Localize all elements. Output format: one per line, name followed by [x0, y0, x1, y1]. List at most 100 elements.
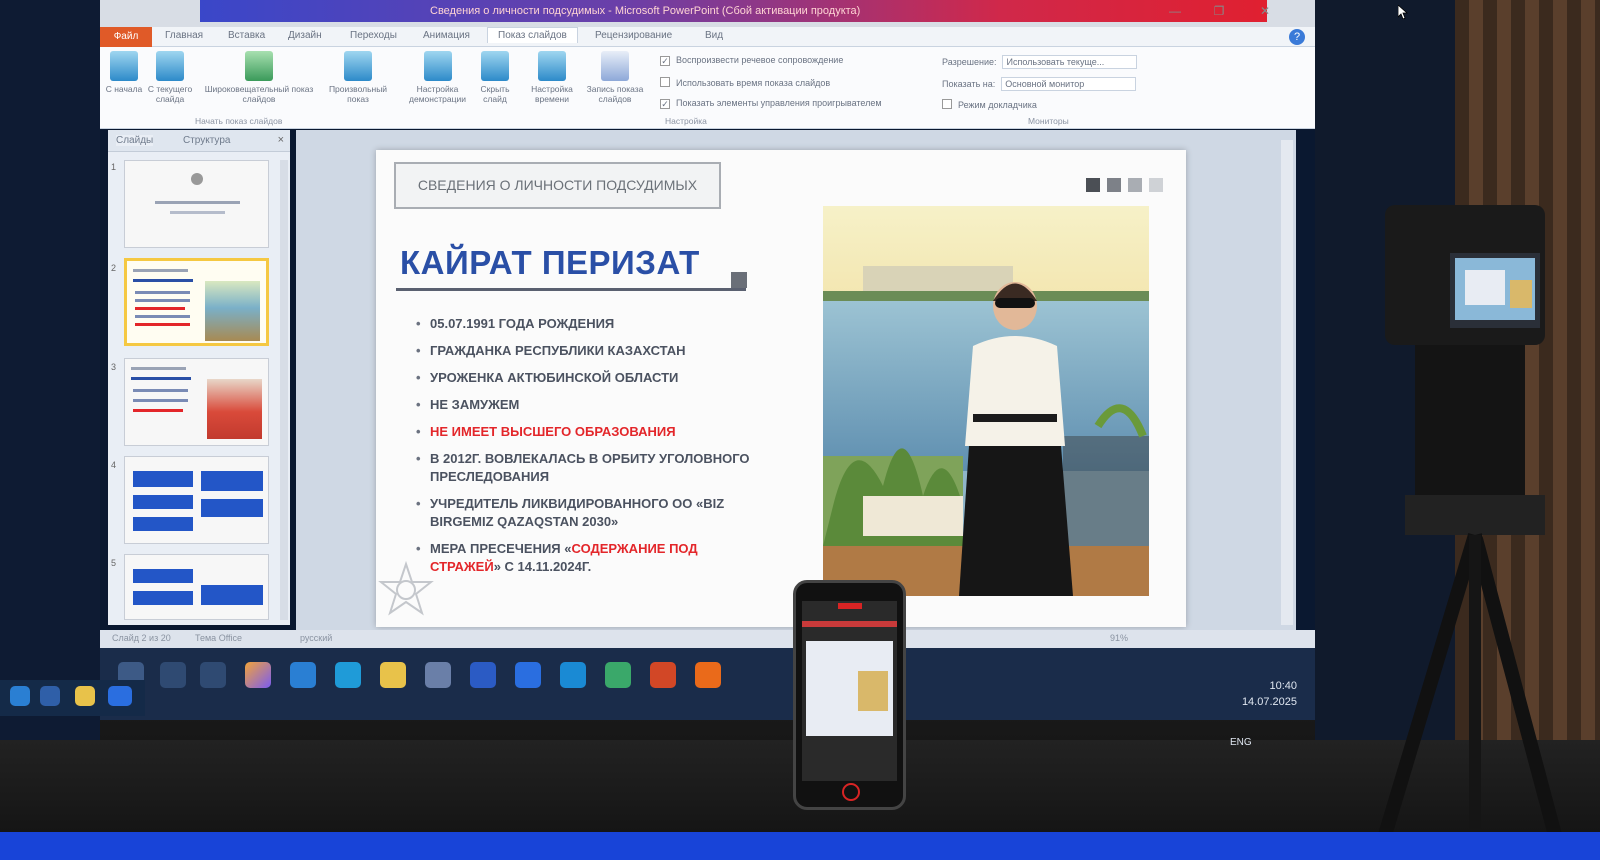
- rehearse-timings-button[interactable]: Настройка времени: [522, 51, 582, 104]
- edge-icon[interactable]: [290, 662, 316, 688]
- emblem-icon: [378, 560, 434, 616]
- resolution-value[interactable]: Использовать текуще...: [1002, 55, 1138, 69]
- zoom-level[interactable]: 91%: [1110, 633, 1128, 643]
- bullet-item: 05.07.1991 ГОДА РОЖДЕНИЯ: [414, 315, 754, 333]
- custom-show-button[interactable]: Произвольный показ: [318, 51, 398, 104]
- left-wall: [0, 0, 100, 740]
- zoom-icon[interactable]: [515, 662, 541, 688]
- thumb-line: [131, 377, 191, 380]
- help-icon[interactable]: ?: [1289, 29, 1305, 45]
- edge-icon[interactable]: [40, 686, 60, 706]
- tab-file[interactable]: Файл: [100, 27, 152, 47]
- broadcast-button[interactable]: Широковещательный показ слайдов: [204, 51, 314, 104]
- emblem-icon: [191, 173, 203, 185]
- powerpoint-icon[interactable]: [650, 662, 676, 688]
- tab-outline[interactable]: Структура: [183, 135, 230, 146]
- slide-thumbnail-2[interactable]: [124, 258, 269, 346]
- video-camera: [1378, 205, 1562, 835]
- close-panel-icon[interactable]: ×: [278, 134, 284, 146]
- tab-view[interactable]: Вид: [705, 30, 723, 41]
- file-explorer-icon[interactable]: [380, 662, 406, 688]
- slide-thumbnail-4[interactable]: [124, 456, 269, 544]
- copilot-icon[interactable]: [245, 662, 271, 688]
- word-icon[interactable]: [470, 662, 496, 688]
- store-icon[interactable]: [425, 662, 451, 688]
- system-tray: ENG: [1230, 737, 1252, 748]
- button-label: С текущего слайда: [147, 84, 193, 104]
- resolution-select[interactable]: Разрешение: Использовать текуще...: [942, 55, 1138, 69]
- decor-square: [1128, 178, 1142, 192]
- presenter-view-checkbox[interactable]: Режим докладчика: [942, 99, 1037, 110]
- window-title: Сведения о личности подсудимых - Microso…: [430, 5, 861, 17]
- timings-checkbox[interactable]: Использовать время показа слайдов: [660, 77, 830, 88]
- tab-slideshow[interactable]: Показ слайдов: [487, 27, 578, 43]
- bullet-text: » С 14.11.2024Г.: [493, 559, 592, 574]
- checkbox-label: Воспроизвести речевое сопровождение: [676, 55, 844, 65]
- setup-show-button[interactable]: Настройка демонстрации: [400, 51, 475, 104]
- thumb-photo: [205, 281, 260, 341]
- thumb-block: [201, 471, 263, 491]
- task-view-icon[interactable]: [200, 662, 226, 688]
- language-indicator[interactable]: русский: [300, 633, 332, 643]
- narration-checkbox[interactable]: ✓ Воспроизвести речевое сопровождение: [660, 55, 843, 66]
- from-current-button[interactable]: С текущего слайда: [140, 51, 200, 104]
- tab-insert[interactable]: Вставка: [228, 30, 265, 41]
- file-explorer-icon[interactable]: [75, 686, 95, 706]
- thumb-line: [133, 269, 188, 272]
- checkbox-icon: [942, 99, 952, 109]
- bullet-item: УРОЖЕНКА АКТЮБИНСКОЙ ОБЛАСТИ: [414, 369, 754, 387]
- tab-home[interactable]: Главная: [165, 30, 203, 41]
- decor-square: [1107, 178, 1121, 192]
- second-monitor-taskbar: [0, 680, 145, 716]
- minimize-button[interactable]: —: [1168, 4, 1182, 18]
- button-label: Широковещательный показ слайдов: [204, 84, 314, 104]
- zoom-icon[interactable]: [108, 686, 132, 706]
- firefox-icon[interactable]: [695, 662, 721, 688]
- tab-slides[interactable]: Слайды: [116, 135, 154, 146]
- bullet-list: 05.07.1991 ГОДА РОЖДЕНИЯ ГРАЖДАНКА РЕСПУ…: [414, 315, 754, 585]
- show-on-label: Показать на:: [942, 79, 996, 89]
- hide-slide-button[interactable]: Скрыть слайд: [470, 51, 520, 104]
- tab-review[interactable]: Рецензирование: [595, 30, 672, 41]
- thumb-line: [133, 399, 188, 402]
- clock[interactable]: 10:40 14.07.2025: [1242, 678, 1297, 710]
- editor-scrollbar[interactable]: [1281, 140, 1293, 625]
- tray-language[interactable]: ENG: [1230, 737, 1252, 748]
- show-on-value[interactable]: Основной монитор: [1001, 77, 1137, 91]
- decor-squares: [1086, 178, 1170, 197]
- slide-number: 2: [111, 263, 117, 273]
- tab-design[interactable]: Дизайн: [288, 30, 322, 41]
- photo-scene: Сведения о личности подсудимых - Microso…: [0, 0, 1600, 860]
- phone-preview-photo: [858, 671, 888, 711]
- thumb-line: [131, 367, 186, 370]
- slide-thumbnail-1[interactable]: [124, 160, 269, 248]
- maximize-button[interactable]: ❐: [1212, 4, 1226, 18]
- bottom-banner: [0, 832, 1600, 860]
- thumb-line: [133, 279, 193, 282]
- slide-thumbnail-3[interactable]: [124, 358, 269, 446]
- button-label: Скрыть слайд: [480, 84, 510, 104]
- media-controls-checkbox[interactable]: ✓ Показать элементы управления проигрыват…: [660, 98, 882, 109]
- checkbox-checked-icon: ✓: [660, 99, 670, 109]
- tab-transitions[interactable]: Переходы: [350, 30, 397, 41]
- mouse-cursor-icon: [1398, 5, 1408, 19]
- record-show-button[interactable]: Запись показа слайдов: [580, 51, 650, 104]
- bullet-item-highlight: НЕ ИМЕЕТ ВЫСШЕГО ОБРАЗОВАНИЯ: [414, 423, 754, 441]
- search-icon[interactable]: [160, 662, 186, 688]
- slide-thumbnail-5[interactable]: [124, 554, 269, 620]
- skype-icon[interactable]: [560, 662, 586, 688]
- panel-scrollbar[interactable]: [280, 160, 288, 620]
- show-on-select[interactable]: Показать на: Основной монитор: [942, 77, 1137, 91]
- slide-number: 1: [111, 162, 117, 172]
- tab-animations[interactable]: Анимация: [423, 30, 470, 41]
- edge-icon[interactable]: [335, 662, 361, 688]
- panel-tabs: Слайды Структура ×: [108, 130, 290, 152]
- button-label: Произвольный показ: [328, 84, 388, 104]
- app-icon[interactable]: [605, 662, 631, 688]
- current-slide[interactable]: СВЕДЕНИЯ О ЛИЧНОСТИ ПОДСУДИМЫХ КАЙРАТ ПЕ…: [376, 150, 1186, 627]
- thumb-line: [135, 307, 185, 310]
- edge-icon[interactable]: [10, 686, 30, 706]
- thumb-block: [201, 585, 263, 605]
- close-button[interactable]: ✕: [1258, 4, 1272, 18]
- custom-show-icon: [344, 51, 372, 81]
